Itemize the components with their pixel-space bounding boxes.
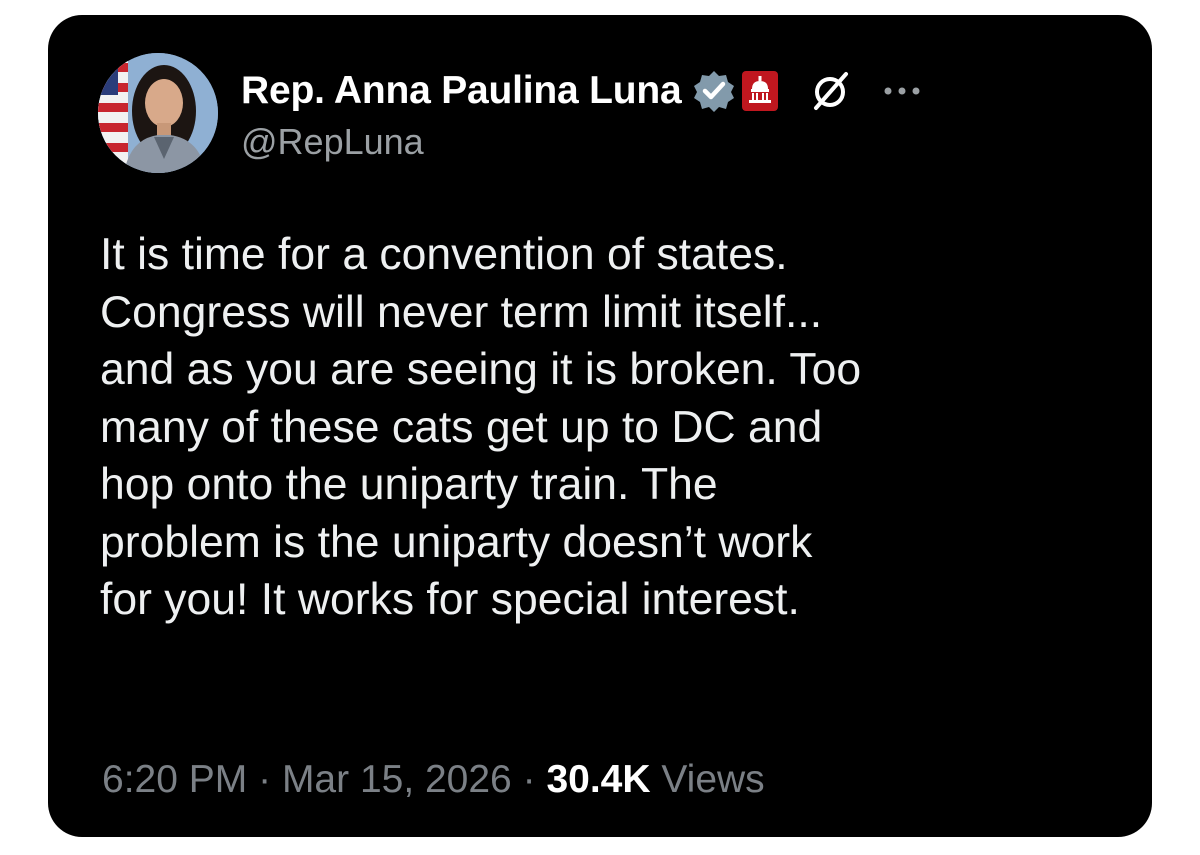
more-options-icon[interactable] xyxy=(882,84,922,98)
author-name-row: Rep. Anna Paulina Luna xyxy=(241,61,922,121)
tweet-text: It is time for a convention of states. C… xyxy=(100,230,862,624)
us-capitol-icon[interactable] xyxy=(741,71,778,111)
author-handle[interactable]: @RepLuna xyxy=(241,121,424,163)
tweet-date[interactable]: Mar 15, 2026 xyxy=(282,758,512,801)
meta-separator: · xyxy=(258,758,272,801)
views-label[interactable]: Views xyxy=(661,758,764,801)
author-display-name[interactable]: Rep. Anna Paulina Luna xyxy=(241,69,682,113)
tweet-metadata: 6:20 PM · Mar 15, 2026 · 30.4K Views xyxy=(102,758,765,802)
avatar[interactable] xyxy=(98,53,218,173)
views-count[interactable]: 30.4K xyxy=(546,758,650,801)
verified-badge-icon[interactable] xyxy=(692,69,736,113)
tweet-card[interactable]: Rep. Anna Paulina Luna @RepLuna It is ti… xyxy=(48,15,1152,837)
tweet-time[interactable]: 6:20 PM xyxy=(102,758,247,801)
meta-separator: · xyxy=(522,758,536,801)
grok-icon[interactable] xyxy=(808,68,854,114)
profile-photo xyxy=(98,53,218,173)
